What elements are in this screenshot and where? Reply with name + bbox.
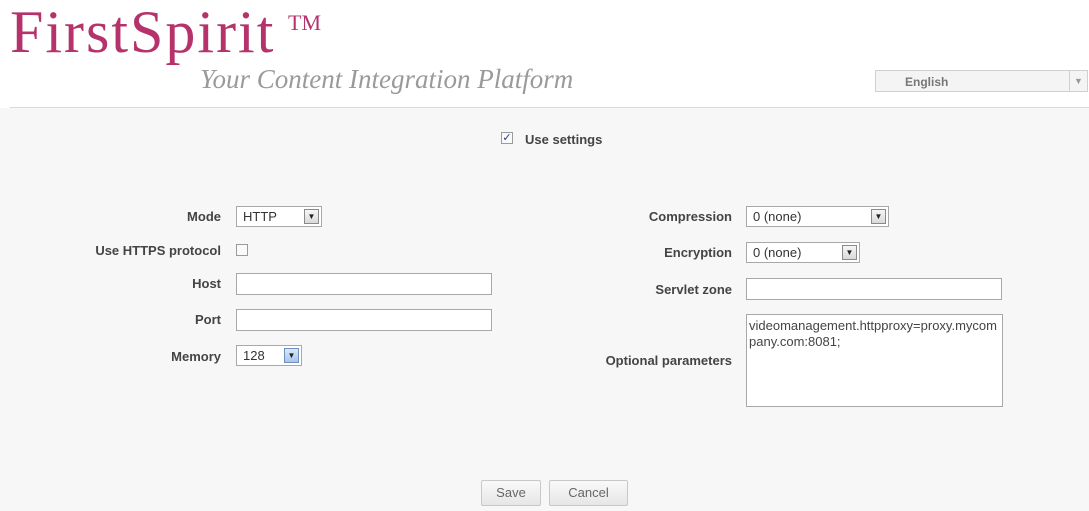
settings-panel: ✓ Use settings Mode HTTP ▼ Use HTTPS pro… <box>0 108 1089 511</box>
logo-tagline: Your Content Integration Platform <box>200 64 574 94</box>
optional-parameters-label: Optional parameters <box>605 353 732 368</box>
save-button[interactable]: Save <box>481 480 541 506</box>
servlet-zone-label: Servlet zone <box>655 282 732 297</box>
chevron-down-icon[interactable]: ▼ <box>871 209 886 224</box>
logo: FirstSpirit <box>10 0 276 65</box>
memory-value: 128 <box>243 348 265 363</box>
encryption-select[interactable]: 0 (none) ▼ <box>746 242 860 263</box>
chevron-down-icon[interactable]: ▼ <box>1069 71 1087 91</box>
compression-value: 0 (none) <box>753 209 802 224</box>
mode-select[interactable]: HTTP ▼ <box>236 206 322 227</box>
memory-label: Memory <box>171 349 221 364</box>
chevron-down-icon[interactable]: ▼ <box>284 348 299 363</box>
header: FirstSpirit TM Your Content Integration … <box>0 0 1089 108</box>
compression-label: Compression <box>648 209 732 224</box>
host-input[interactable] <box>236 273 492 295</box>
https-label: Use HTTPS protocol <box>95 243 221 258</box>
logo-trademark: TM <box>288 10 321 35</box>
encryption-label: Encryption <box>664 245 732 260</box>
cancel-button[interactable]: Cancel <box>549 480 628 506</box>
encryption-value: 0 (none) <box>753 245 802 260</box>
port-label: Port <box>195 312 221 327</box>
language-select[interactable]: English ▼ <box>875 70 1088 92</box>
port-input[interactable] <box>236 309 492 331</box>
chevron-down-icon[interactable]: ▼ <box>842 245 857 260</box>
servlet-zone-input[interactable] <box>746 278 1002 300</box>
use-settings-checkbox[interactable]: ✓ <box>501 132 513 144</box>
https-checkbox[interactable] <box>236 244 248 256</box>
language-value: English <box>905 75 949 89</box>
memory-select[interactable]: 128 ▼ <box>236 345 302 366</box>
mode-value: HTTP <box>243 209 277 224</box>
chevron-down-icon[interactable]: ▼ <box>304 209 319 224</box>
optional-parameters-textarea[interactable]: videomanagement.httpproxy=proxy.mycompan… <box>746 314 1003 407</box>
host-label: Host <box>192 276 221 291</box>
compression-select[interactable]: 0 (none) ▼ <box>746 206 889 227</box>
mode-label: Mode <box>187 209 221 224</box>
use-settings-label: Use settings <box>525 132 603 147</box>
